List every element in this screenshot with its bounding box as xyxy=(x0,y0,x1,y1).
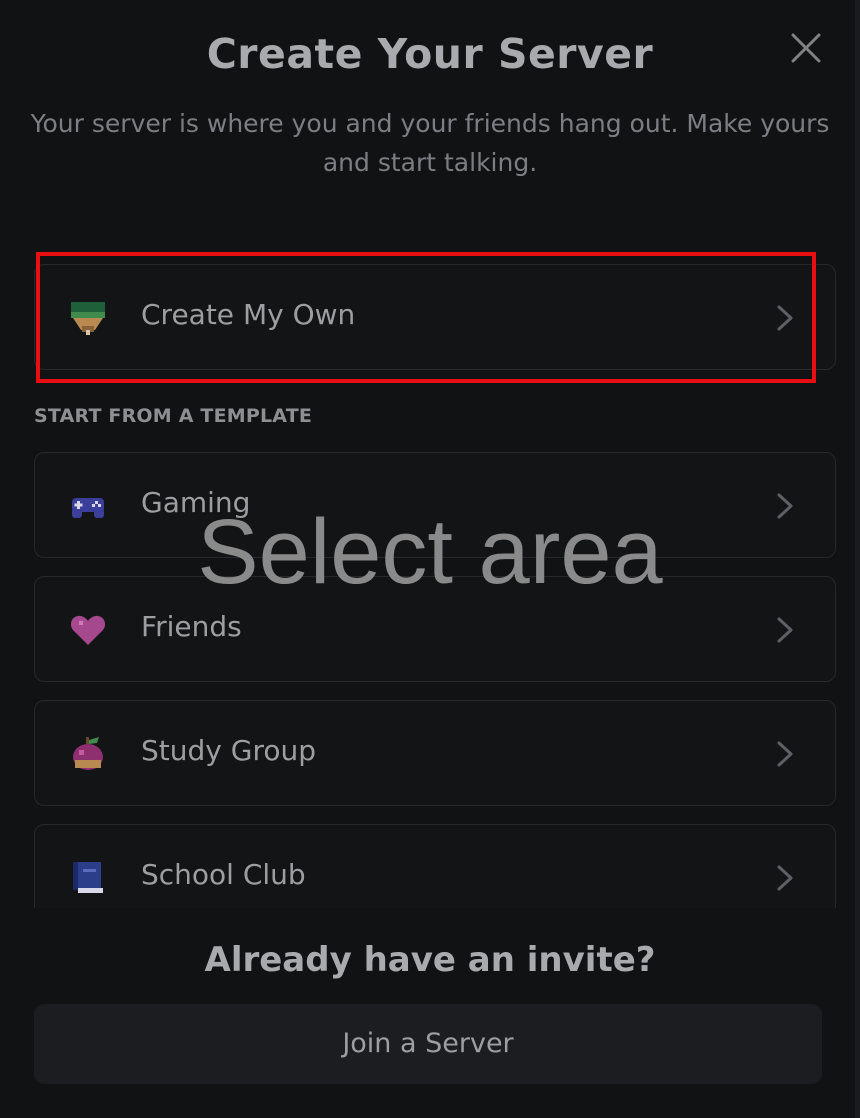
chevron-right-icon xyxy=(777,493,793,519)
create-my-own-label: Create My Own xyxy=(141,298,356,331)
template-label: Study Group xyxy=(141,734,316,767)
template-gaming[interactable]: Gaming xyxy=(34,452,836,558)
join-server-button[interactable]: Join a Server xyxy=(34,1004,822,1084)
scrollbar-track xyxy=(855,0,860,1118)
close-icon[interactable] xyxy=(788,30,824,66)
modal-title: Create Your Server xyxy=(206,30,654,78)
apple-icon xyxy=(73,737,103,770)
invite-heading: Already have an invite? xyxy=(204,940,656,980)
create-server-modal: Create Your Server Your server is where … xyxy=(0,0,860,1118)
chevron-right-icon xyxy=(777,865,793,891)
template-friends[interactable]: Friends xyxy=(34,576,836,682)
modal-subtitle: Your server is where you and your friend… xyxy=(30,109,830,177)
template-study-group[interactable]: Study Group xyxy=(34,700,836,806)
chevron-right-icon xyxy=(777,305,793,331)
chevron-right-icon xyxy=(777,741,793,767)
heart-icon xyxy=(70,615,106,645)
chevron-right-icon xyxy=(777,617,793,643)
template-label: School Club xyxy=(141,858,306,891)
gamepad-icon xyxy=(72,498,104,518)
create-my-own-button[interactable]: Create My Own xyxy=(34,264,836,370)
template-list[interactable]: Gaming Friends Study Group School Club xyxy=(0,440,860,908)
template-label: Gaming xyxy=(141,486,251,519)
template-label: Friends xyxy=(141,610,242,643)
book-icon xyxy=(73,862,103,893)
create-server-icon xyxy=(71,302,105,335)
template-school-club[interactable]: School Club xyxy=(34,824,836,908)
template-section-label: START FROM A TEMPLATE xyxy=(34,405,313,427)
